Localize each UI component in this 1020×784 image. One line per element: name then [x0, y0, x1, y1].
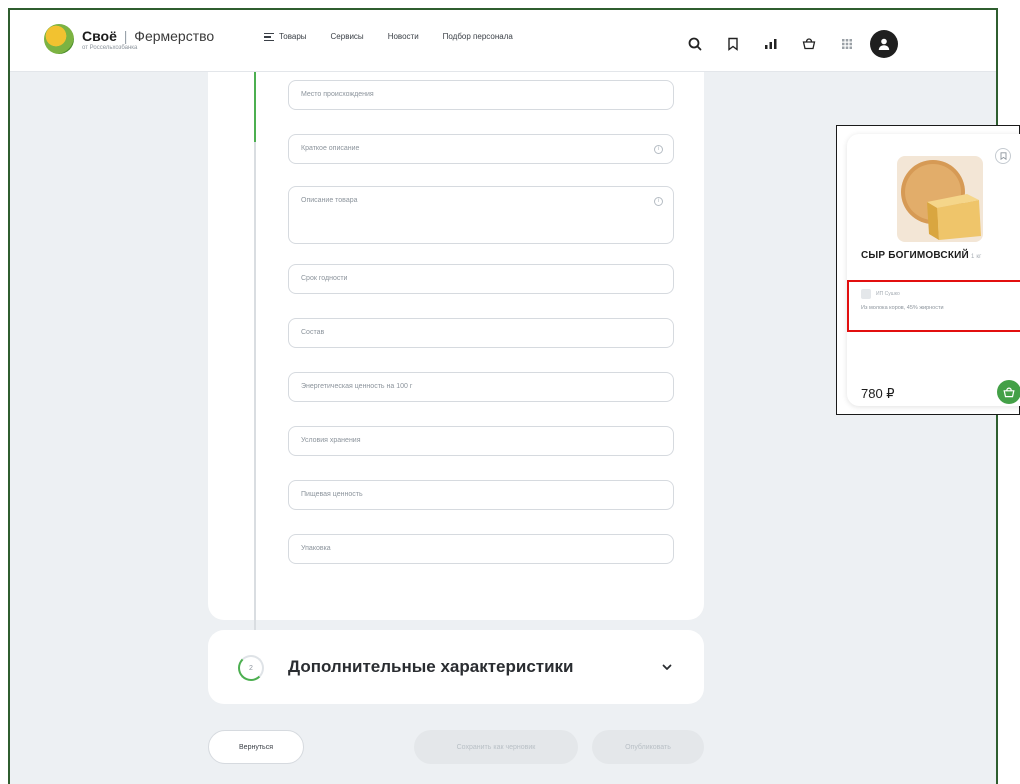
- bookmarks-button[interactable]: [714, 33, 752, 55]
- nav-item-products[interactable]: Товары: [264, 32, 307, 41]
- chart-icon: [765, 39, 777, 49]
- product-image: [897, 156, 983, 242]
- field-placeholder: Срок годности: [301, 275, 348, 282]
- menu-icon: [264, 32, 274, 41]
- nutrition-value-field[interactable]: Пищевая ценность: [288, 480, 674, 510]
- expand-button[interactable]: [660, 660, 674, 674]
- composition-field[interactable]: Состав: [288, 318, 674, 348]
- save-draft-button[interactable]: Сохранить как черновик: [414, 730, 578, 764]
- back-button[interactable]: Вернуться: [208, 730, 304, 764]
- brand-tagline: от Россельхозбанка: [82, 44, 138, 51]
- field-placeholder: Пищевая ценность: [301, 491, 363, 498]
- section-title: Дополнительные характеристики: [288, 657, 574, 676]
- bookmark-icon: [728, 37, 738, 51]
- nav-item-label: Новости: [387, 32, 419, 41]
- search-icon: [688, 37, 702, 51]
- product-title: СЫР БОГИМОВСКИЙ: [861, 250, 969, 261]
- step-number: 2: [249, 664, 253, 672]
- info-icon[interactable]: i: [654, 197, 663, 206]
- brand-product: Фермерство: [134, 27, 215, 44]
- seller-icon: [861, 289, 871, 299]
- energy-value-field[interactable]: Энергетическая ценность на 100 г: [288, 372, 674, 402]
- apps-button[interactable]: [828, 33, 866, 55]
- product-description-field[interactable]: Описание товара i: [288, 186, 674, 244]
- search-button[interactable]: [676, 33, 714, 55]
- brand-name: Своё: [82, 27, 117, 44]
- field-placeholder: Место происхождения: [301, 91, 374, 98]
- short-description-field[interactable]: Краткое описание i: [288, 134, 674, 164]
- product-card[interactable]: СЫР БОГИМОВСКИЙ 1 кг ИП Сушко Из молока к…: [847, 134, 1020, 406]
- basket-button[interactable]: [790, 33, 828, 55]
- basket-icon: [802, 38, 816, 50]
- bookmark-icon: [1000, 152, 1006, 160]
- seller-row[interactable]: ИП Сушко: [861, 289, 900, 299]
- nav-item-label: Подбор персонала: [442, 32, 513, 41]
- grid-icon: [842, 39, 852, 49]
- field-placeholder: Краткое описание: [301, 145, 360, 152]
- nav-item-label: Товары: [279, 32, 307, 41]
- step-progress-line-active: [254, 72, 256, 142]
- seller-name: ИП Сушко: [876, 291, 900, 297]
- field-placeholder: Описание товара: [301, 197, 358, 204]
- site-header: Своё | Фермерство от Россельхозбанка Тов…: [10, 10, 996, 72]
- product-weight: 1 кг: [970, 254, 982, 260]
- origin-field[interactable]: Место происхождения: [288, 80, 674, 110]
- nav-item-news[interactable]: Новости: [388, 32, 419, 41]
- product-preview-panel: СЫР БОГИМОВСКИЙ 1 кг ИП Сушко Из молока к…: [836, 125, 1020, 415]
- step-progress-line: [254, 72, 256, 638]
- product-short-description: Из молока коров, 45% жирности: [861, 305, 944, 311]
- favorite-button[interactable]: [995, 148, 1011, 164]
- header-actions: [676, 30, 898, 58]
- main-nav: Товары Сервисы Новости Подбор персонала: [264, 32, 513, 41]
- nav-item-label: Сервисы: [330, 32, 364, 41]
- logo[interactable]: Своё | Фермерство от Россельхозбанка: [44, 24, 214, 54]
- stats-button[interactable]: [752, 33, 790, 55]
- chevron-down-icon: [662, 664, 672, 670]
- field-placeholder: Условия хранения: [301, 437, 361, 444]
- field-placeholder: Упаковка: [301, 545, 331, 552]
- packaging-field[interactable]: Упаковка: [288, 534, 674, 564]
- field-placeholder: Состав: [301, 329, 325, 336]
- logo-icon: [44, 24, 74, 54]
- shelf-life-field[interactable]: Срок годности: [288, 264, 674, 294]
- nav-item-services[interactable]: Сервисы: [331, 32, 364, 41]
- storage-conditions-field[interactable]: Условия хранения: [288, 426, 674, 456]
- nav-item-staff[interactable]: Подбор персонала: [443, 32, 513, 41]
- user-avatar-button[interactable]: [870, 30, 898, 58]
- user-avatar-icon: [878, 38, 890, 50]
- basket-icon: [1003, 386, 1015, 397]
- field-placeholder: Энергетическая ценность на 100 г: [301, 383, 413, 390]
- info-icon[interactable]: i: [654, 145, 663, 154]
- product-name: СЫР БОГИМОВСКИЙ 1 кг: [861, 250, 982, 261]
- step-indicator: 2: [238, 655, 264, 681]
- product-price: 780 ₽: [861, 386, 895, 401]
- highlighted-seller-info: ИП Сушко Из молока коров, 45% жирности: [847, 280, 1020, 332]
- brand-separator: |: [123, 27, 128, 44]
- publish-button[interactable]: Опубликовать: [592, 730, 704, 764]
- additional-characteristics-section[interactable]: 2 Дополнительные характеристики: [208, 630, 704, 704]
- add-to-cart-button[interactable]: [997, 380, 1020, 404]
